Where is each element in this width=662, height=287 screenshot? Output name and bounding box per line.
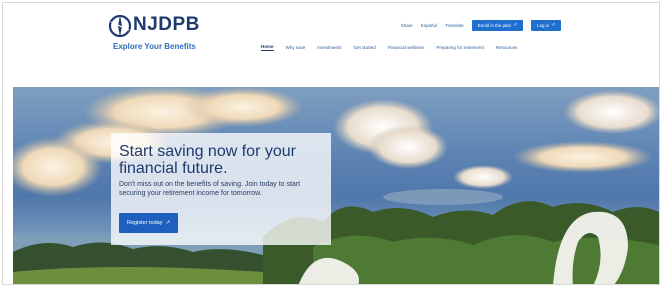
- hero-title: Start saving now for your financial futu…: [119, 143, 296, 177]
- site-tagline: Explore Your Benefits: [113, 42, 196, 51]
- utility-nav: Share Español Translate Enroll in the pl…: [401, 19, 561, 31]
- nav-item-investments[interactable]: Investments: [317, 45, 341, 50]
- compass-logo-icon: [108, 14, 132, 38]
- site-header: NJDPB Explore Your Benefits Share Españo…: [3, 3, 659, 87]
- enroll-button-label: Enroll in the plan: [477, 22, 512, 28]
- external-link-icon: ↗: [513, 22, 517, 27]
- utility-link-espanol[interactable]: Español: [421, 23, 437, 28]
- browser-page: NJDPB Explore Your Benefits Share Españo…: [2, 2, 660, 285]
- nav-item-resources[interactable]: Resources: [496, 45, 518, 50]
- register-button[interactable]: Register today ↗: [119, 213, 179, 233]
- nav-item-get-started[interactable]: Get started: [354, 45, 376, 50]
- logo-wordmark: NJDPB: [133, 14, 200, 35]
- external-link-icon: ↗: [165, 220, 171, 226]
- hero-card: Start saving now for your financial futu…: [111, 133, 331, 245]
- nav-item-preparing-retirement[interactable]: Preparing for retirement: [436, 45, 484, 50]
- nav-item-why-save[interactable]: Why save: [286, 45, 306, 50]
- hero-background-image: [13, 87, 659, 284]
- login-button-label: Log in: [536, 22, 550, 28]
- utility-link-translate[interactable]: Translate: [445, 23, 464, 28]
- main-nav: Home Why save Investments Get started Fi…: [261, 44, 517, 51]
- hero-body: Don't miss out on the benefits of saving…: [119, 181, 301, 197]
- external-link-icon: ↗: [551, 22, 555, 27]
- hero-banner: Start saving now for your financial futu…: [13, 87, 659, 284]
- nav-item-home[interactable]: Home: [261, 44, 274, 51]
- login-button[interactable]: Log in ↗: [530, 19, 561, 31]
- register-button-label: Register today: [127, 220, 163, 226]
- nav-item-financial-wellness[interactable]: Financial wellness: [388, 45, 425, 50]
- enroll-button[interactable]: Enroll in the plan ↗: [471, 19, 523, 31]
- utility-link-share[interactable]: Share: [401, 23, 413, 28]
